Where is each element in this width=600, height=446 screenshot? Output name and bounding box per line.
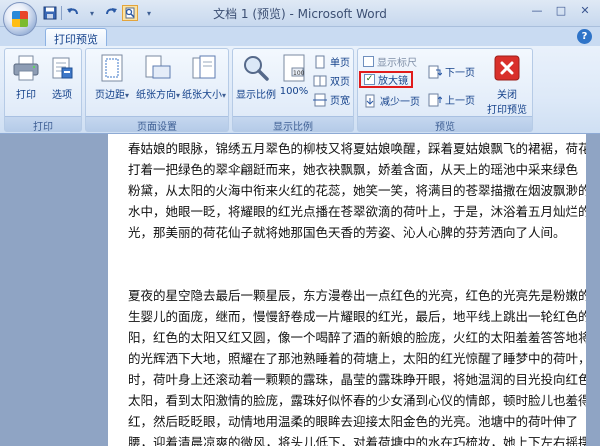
shrink-one-page-button[interactable]: 减少一页 [363,92,420,109]
close-preview-label-line2: 打印预览 [487,105,527,116]
show-ruler-check-icon [363,56,374,67]
zoom-button[interactable]: 显示比例 [235,53,277,101]
title-bar: ▾ ▾ 文档 1 (预览) - Microsoft Word — □ ✕ [0,0,600,36]
preview-group-label: 预览 [358,116,532,133]
document-preview-area[interactable]: 春姑娘的眼脉，锦绣五月翠色的柳枝又将夏姑娘唤醒，踩着夏姑娘飘飞的裙裾，荷花 打着… [0,134,600,446]
page-setup-group-label: 页面设置 [86,116,228,133]
text-line: 春姑娘的眼脉，锦绣五月翠色的柳枝又将夏姑娘唤醒，踩着夏姑娘飘飞的裙裾，荷花 [128,141,586,156]
options-icon [47,53,77,83]
window-title: 文档 1 (预览) - Microsoft Word [213,7,387,21]
page-width-label: 页宽 [330,96,350,107]
print-label: 打印 [16,90,36,101]
margins-icon [97,53,127,83]
options-button[interactable]: 选项 [43,53,81,101]
svg-text:100: 100 [293,70,305,77]
text-line: 的光辉洒下大地，照耀在了那池熟睡着的荷塘上，太阳的红光惊醒了睡梦中的荷叶， [128,351,586,366]
ribbon-tab-row: 打印预览 ? [0,27,600,47]
margins-button[interactable]: 页边距▾ [90,53,134,101]
zoom-100-button[interactable]: 100 100% [277,53,311,97]
printer-icon [11,53,41,83]
magnifier-icon [241,53,271,83]
document-page[interactable]: 春姑娘的眼脉，锦绣五月翠色的柳枝又将夏姑娘唤醒，踩着夏姑娘飘飞的裙裾，荷花 打着… [108,134,586,446]
text-line: 夏夜的星空隐去最后一颗星辰，东方漫卷出一点红色的光亮，红色的光亮先是粉嫩的 [128,288,586,303]
prev-page-label: 上一页 [445,96,475,107]
shrink-one-page-label: 减少一页 [380,97,420,108]
text-line: 太阳，看到太阳激情的脸庞，露珠好似怀春的少女涌到心仪的情郎，顿时脸儿也羞得 [128,393,586,408]
zoom-group: 显示比例 100 100% 单页 双页 页宽 显示比例 [232,48,354,133]
text-line: 水中，她眼一眨，将耀眼的红光点播在苍翠欲滴的荷叶上，于是，沐浴着五月灿烂的 [128,204,586,219]
print-group: 打印 选项 打印 [4,48,82,133]
text-line: 时，荷叶身上还滚动着一颗颗的露珠，晶莹的露珠睁开眼，将她温润的目光投向红色 [128,372,586,387]
preview-group: 显示标尺 ✓ 放大镜 减少一页 下一页 上一页 关闭 打印预览 预览 [357,48,533,133]
magnifier-label: 放大镜 [378,76,408,87]
options-label: 选项 [52,90,72,101]
page-setup-group: 页边距▾ 纸张方向▾ 纸张大小▾ 页面设置 [85,48,229,133]
page-width-button[interactable]: 页宽 [313,91,350,108]
orientation-button[interactable]: 纸张方向▾ [136,53,180,101]
print-button[interactable]: 打印 [7,53,45,101]
orientation-icon [143,53,173,83]
next-page-button[interactable]: 下一页 [428,63,475,80]
paper-size-icon [189,53,219,83]
next-page-icon [428,65,443,79]
text-line: 红，然后眨眨眼，动情地用温柔的眼眸去迎接太阳金色的光亮。池塘中的荷叶伸了 [128,414,579,429]
window-controls: — □ ✕ [526,2,596,18]
one-page-button[interactable]: 单页 [313,53,350,70]
text-line: 生婴儿的面庞，继而，慢慢舒卷成一片耀眼的红光，最后，地平线上跳出一轮红色的 [128,309,586,324]
office-logo-icon [12,11,28,27]
zoom-100-label: 100% [279,86,309,97]
close-preview-icon [492,53,522,83]
prev-page-icon [428,93,443,107]
text-line: 腰，迎着清晨凉爽的微风，将头儿低下，对着荷塘中的水在巧梳妆，她上下左右摇摆 [128,435,586,446]
show-ruler-label: 显示标尺 [377,58,417,69]
paper-size-label: 纸张大小 [182,90,222,101]
prev-page-button[interactable]: 上一页 [428,91,475,108]
show-ruler-checkbox[interactable]: 显示标尺 [363,53,417,70]
close-preview-label-line1: 关闭 [497,90,517,101]
one-page-label: 单页 [330,58,350,69]
orientation-label: 纸张方向 [136,90,176,101]
paragraph-2: 夏夜的星空隐去最后一颗星辰，东方漫卷出一点红色的光亮，红色的光亮先是粉嫩的 生婴… [128,285,586,446]
text-line: 阳，红色的太阳又红又圆，像一个喝醉了酒的新娘的脸庞，火红的太阳羞羞答答地将 [128,330,586,345]
two-pages-label: 双页 [330,77,350,88]
page-width-icon [313,93,327,107]
next-page-label: 下一页 [445,68,475,79]
shrink-one-page-icon [363,94,377,108]
close-window-button[interactable]: ✕ [574,2,596,18]
zoom-100-icon: 100 [279,53,309,83]
margins-label: 页边距 [94,90,125,101]
zoom-group-label: 显示比例 [233,116,353,133]
text-line: 光，那美丽的荷花仙子就将她那国色天香的芳姿、沁人心脾的芬芳洒向了人间。 [128,225,566,240]
zoom-label: 显示比例 [236,90,276,101]
text-line: 粉黛，从太阳的火海中衔来火红的花蕊，她笑一笑，将满目的苍翠描撒在烟波飘渺的 [128,183,586,198]
paragraph-1: 春姑娘的眼脉，锦绣五月翠色的柳枝又将夏姑娘唤醒，踩着夏姑娘飘飞的裙裾，荷花 打着… [128,138,586,243]
magnifier-check-icon: ✓ [364,74,375,85]
ribbon: 打印 选项 打印 页边距▾ 纸张方向▾ 纸张大小▾ 页面设置 显示比例 100 … [0,46,600,134]
text-line: 打着一把绿色的翠伞翩跹而来，她衣袂飘飘，娇羞含面，从天上的瑶池中采来绿色 [128,162,579,177]
minimize-button[interactable]: — [526,2,548,18]
maximize-button[interactable]: □ [550,2,572,18]
tab-print-preview[interactable]: 打印预览 [45,28,107,47]
close-preview-button[interactable]: 关闭 打印预览 [482,53,532,116]
magnifier-checkbox[interactable]: ✓ 放大镜 [359,71,413,88]
paper-size-button[interactable]: 纸张大小▾ [182,53,226,101]
help-icon[interactable]: ? [577,29,592,44]
office-button[interactable] [3,2,37,36]
two-pages-icon [313,74,327,88]
print-group-label: 打印 [5,116,81,133]
one-page-icon [313,55,327,69]
two-pages-button[interactable]: 双页 [313,72,350,89]
